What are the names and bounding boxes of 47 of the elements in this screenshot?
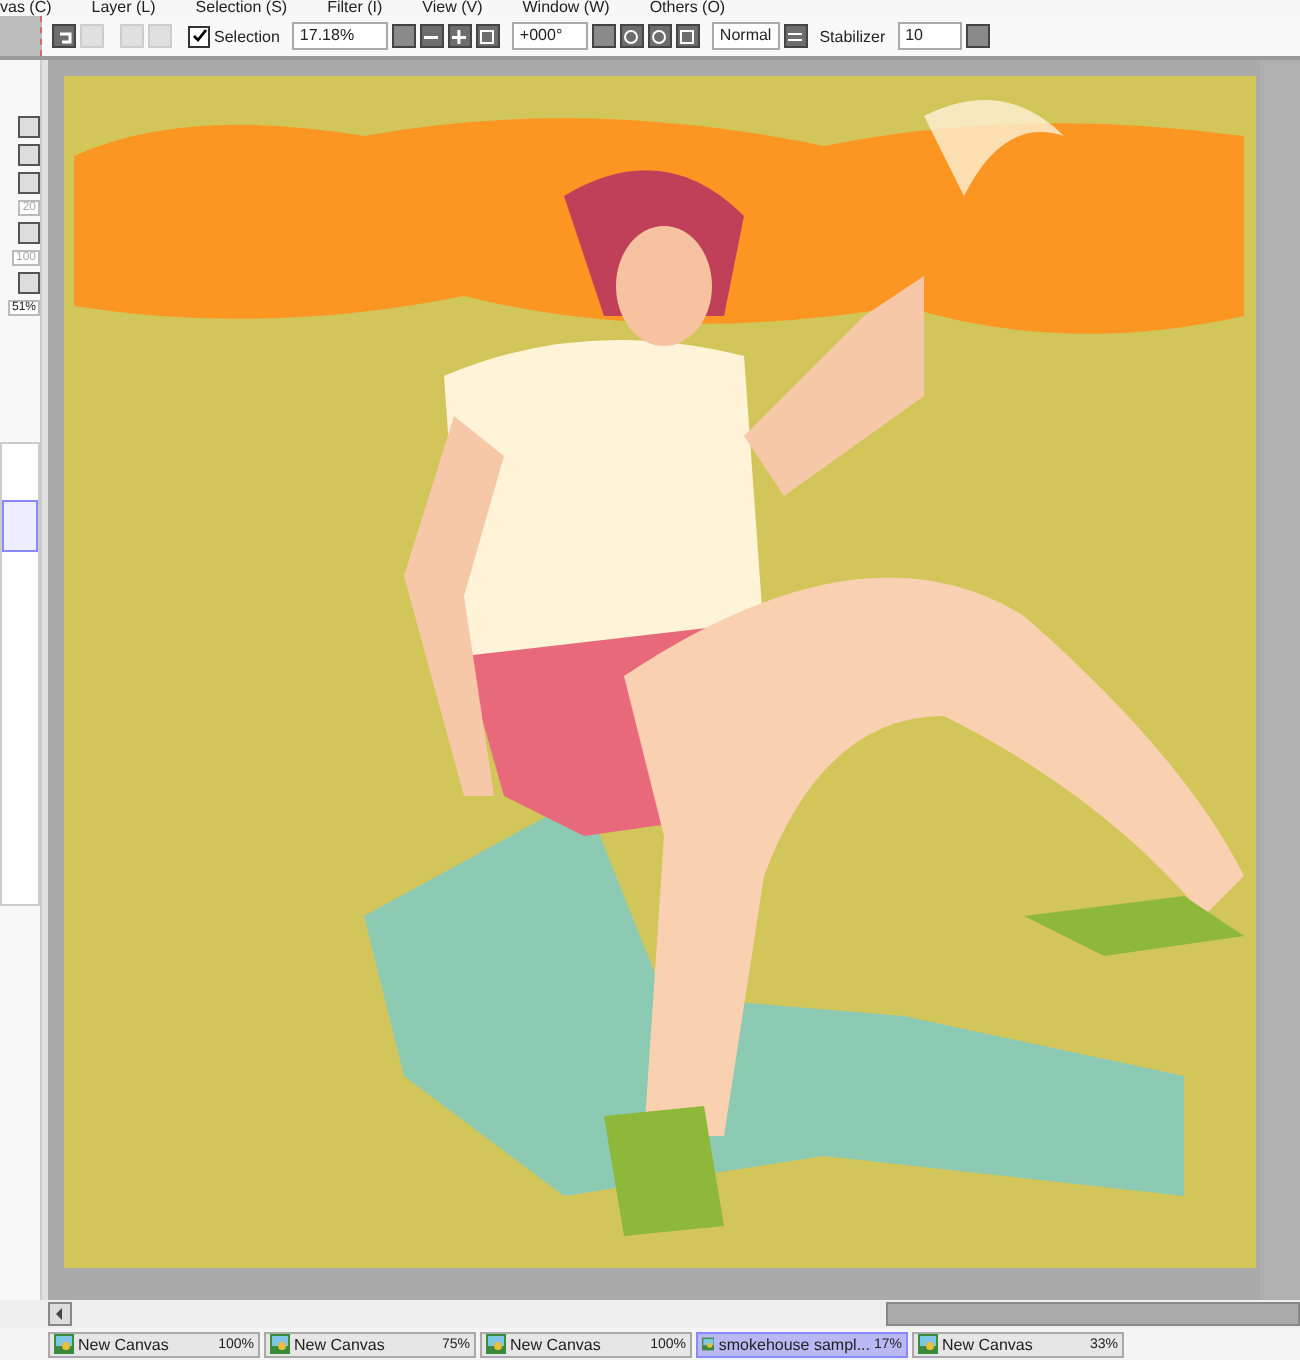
zoom-in-button[interactable] [447,24,472,48]
menu-item[interactable]: Window (W) [522,0,610,16]
menu-item[interactable]: vas (C) [0,0,52,16]
dropdown-button[interactable] [18,222,40,244]
menu-item[interactable]: Selection (S) [195,0,288,16]
selection-checkbox[interactable]: Selection [188,25,280,47]
blend-mode-field[interactable]: Normal [711,22,780,50]
canvas-icon [486,1334,506,1354]
plus-icon [450,27,469,45]
dropdown-button[interactable] [965,24,990,48]
rotate-left-button[interactable] [619,24,644,48]
canvas-icon [270,1334,290,1354]
square-icon [678,27,697,45]
lines-icon [786,27,805,45]
zoom-field[interactable]: 17.18% [291,22,388,50]
undo-button[interactable] [52,24,76,48]
dropdown-button[interactable] [591,24,616,48]
angle-field[interactable]: +000° [511,22,588,50]
dropdown-button[interactable] [18,172,40,194]
stabilizer-label: Stabilizer [819,27,886,45]
scroll-left-button[interactable] [48,1302,72,1326]
check-icon [191,28,207,44]
flip-button[interactable] [783,24,808,48]
panel-header [0,16,42,56]
menu-item[interactable]: Layer (L) [91,0,156,16]
reset-zoom-button[interactable] [475,24,500,48]
rotate-right-button[interactable] [647,24,672,48]
undo-icon [55,27,73,45]
circle-icon [622,27,641,45]
menu-item[interactable]: Others (O) [649,0,726,16]
square-icon [478,27,497,45]
panel-button[interactable] [18,116,40,138]
panel-button[interactable] [18,144,40,166]
left-arrow-icon [54,1308,66,1320]
menu-item[interactable]: View (V) [422,0,483,16]
zoom-out-button[interactable] [419,24,444,48]
menu-item[interactable]: Filter (I) [327,0,383,16]
vertical-scrollbar[interactable] [1260,60,1300,1300]
dropdown-button[interactable] [18,272,40,294]
canvas-icon [702,1334,715,1354]
stabilizer-field[interactable]: 10 [897,22,962,50]
dropdown-button[interactable] [391,24,416,48]
reset-rotation-button[interactable] [675,24,700,48]
canvas-icon [54,1334,74,1354]
canvas-icon [918,1334,938,1354]
scrollbar-thumb[interactable] [886,1302,1300,1326]
circle-icon [650,27,669,45]
